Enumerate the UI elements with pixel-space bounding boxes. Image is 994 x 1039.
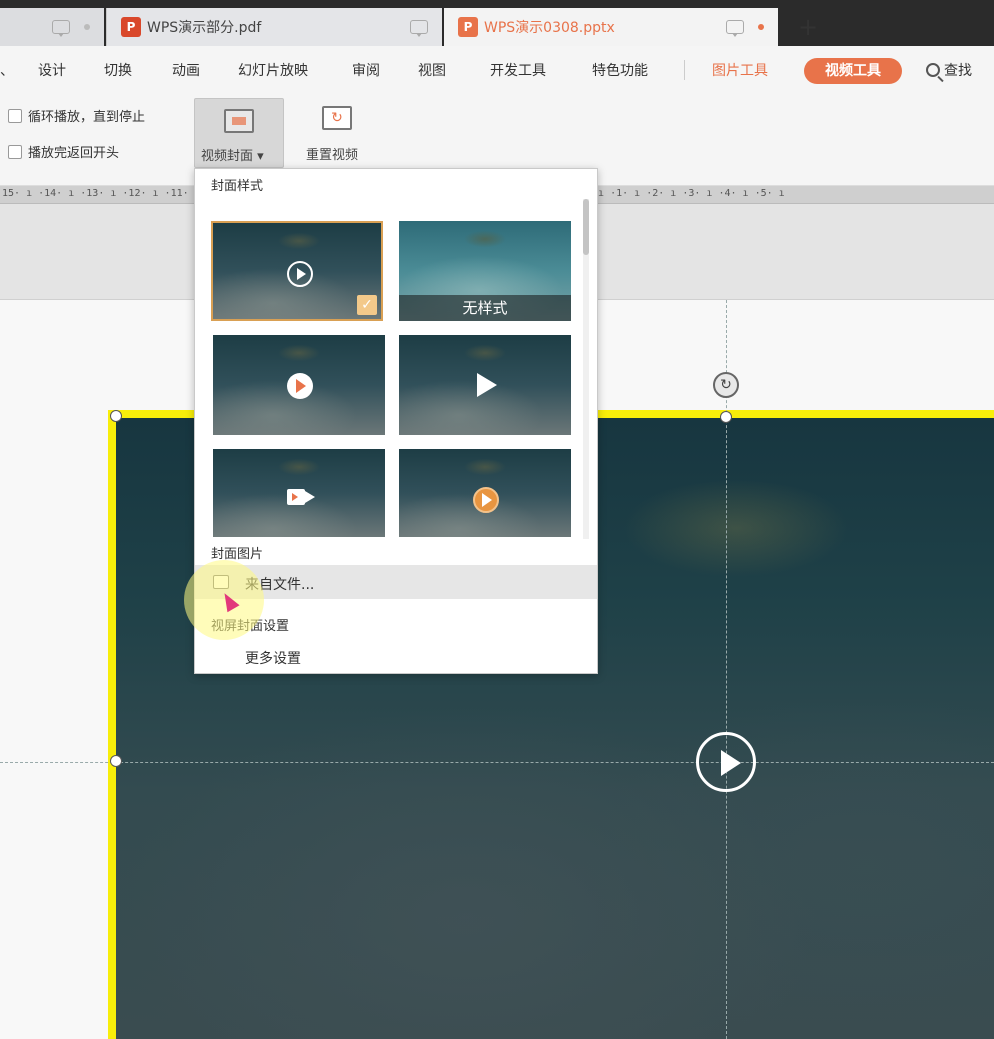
reset-video-icon: ↻ — [322, 106, 352, 130]
video-play-icon[interactable] — [696, 732, 756, 792]
unsaved-dot-icon — [758, 24, 764, 30]
menu-item-slideshow[interactable]: 幻灯片放映 — [238, 60, 308, 80]
cover-style-header: 封面样式 — [211, 179, 264, 194]
play-disc-icon — [287, 373, 313, 399]
menu-item-view[interactable]: 视图 — [418, 60, 446, 80]
loop-checkbox-row[interactable]: 循环播放，直到停止 — [8, 106, 145, 125]
tab-label: WPS演示0308.pptx — [484, 20, 615, 36]
reset-video-button[interactable]: ↻ 重置视频 — [300, 100, 380, 166]
menu-item-design[interactable]: 设计 — [38, 60, 66, 80]
menu-item-start-cut[interactable]: 、 — [0, 60, 14, 80]
pin-icon[interactable] — [410, 20, 428, 37]
horizontal-guide-line — [0, 762, 994, 763]
menu-item-developer[interactable]: 开发工具 — [490, 60, 546, 80]
no-style-label: 无样式 — [399, 295, 571, 321]
play-triangle-icon — [477, 373, 497, 397]
search-icon — [926, 63, 940, 77]
selection-border-left — [108, 410, 116, 1039]
play-orange-icon — [473, 487, 499, 513]
video-cover-label: 视频封面 ▾ — [201, 149, 264, 164]
menu-divider — [684, 60, 685, 80]
menu-item-animation[interactable]: 动画 — [172, 60, 200, 80]
play-outline-icon — [287, 261, 313, 287]
tab-pptx-active[interactable]: P WPS演示0308.pptx — [444, 8, 778, 46]
rewind-label: 播放完返回开头 — [28, 146, 120, 161]
menu-item-review[interactable]: 审阅 — [352, 60, 380, 80]
menu-item-picture-tools[interactable]: 图片工具 — [712, 60, 768, 80]
ppt-doc-icon: P — [458, 17, 478, 37]
cover-style-option[interactable]: ✓ — [211, 221, 383, 321]
cover-style-option-none[interactable]: 无样式 — [399, 221, 571, 321]
reset-video-label: 重置视频 — [306, 148, 359, 163]
cover-style-option[interactable] — [399, 449, 571, 537]
search-button[interactable]: 查找 — [926, 60, 972, 80]
cover-style-option[interactable] — [213, 449, 385, 537]
tab-previous[interactable] — [0, 8, 104, 46]
menu-item-video-tools[interactable]: 视频工具 — [804, 58, 902, 84]
video-camera-icon — [287, 489, 305, 505]
search-label: 查找 — [944, 63, 972, 79]
loop-checkbox[interactable] — [8, 108, 22, 123]
rewind-checkbox[interactable] — [8, 144, 22, 159]
pin-icon[interactable] — [726, 20, 744, 37]
menu-bar: 、 设计 切换 动画 幻灯片放映 审阅 视图 开发工具 特色功能 图片工具 视频… — [0, 46, 994, 94]
cover-style-option[interactable] — [213, 335, 385, 435]
more-settings-label: 更多设置 — [245, 651, 301, 667]
rewind-checkbox-row[interactable]: 播放完返回开头 — [8, 142, 119, 161]
video-cover-button[interactable]: 视频封面 ▾ — [194, 98, 284, 168]
menu-item-transition[interactable]: 切换 — [104, 60, 132, 80]
menu-item-special[interactable]: 特色功能 — [592, 60, 648, 80]
pdf-doc-icon: P — [121, 17, 141, 37]
scrollbar-thumb[interactable] — [583, 199, 589, 255]
dropdown-scrollbar[interactable] — [583, 199, 589, 539]
tab-label: WPS演示部分.pdf — [147, 20, 262, 36]
cover-image-header: 封面图片 — [211, 547, 264, 562]
unsaved-dot-icon — [84, 24, 90, 30]
new-tab-button[interactable]: + — [790, 12, 826, 42]
resize-handle-top-middle[interactable] — [720, 411, 732, 423]
resize-handle-top-left[interactable] — [110, 410, 122, 422]
tab-pdf[interactable]: P WPS演示部分.pdf — [106, 8, 442, 46]
selected-check-icon: ✓ — [357, 295, 377, 315]
pin-icon[interactable] — [52, 20, 70, 37]
resize-handle-middle-left[interactable] — [110, 755, 122, 767]
more-settings-item[interactable]: 更多设置 — [195, 639, 597, 673]
loop-label: 循环播放，直到停止 — [28, 110, 146, 125]
rotate-handle-icon[interactable]: ↻ — [713, 372, 739, 398]
cover-style-option[interactable] — [399, 335, 571, 435]
video-cover-icon — [224, 109, 254, 133]
